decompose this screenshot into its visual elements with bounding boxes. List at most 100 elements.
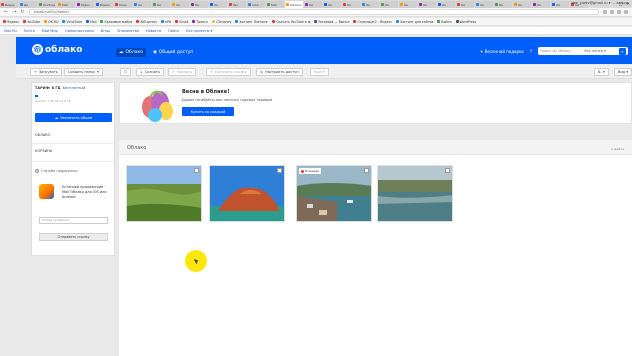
bookmark-item[interactable]: AliExpress	[136, 20, 157, 24]
view-button[interactable]: Вид ▾	[614, 68, 632, 76]
bookmark-item[interactable]: Страница 2 - Яндекс	[353, 20, 392, 24]
browser-tab[interactable]: Ок	[437, 1, 455, 8]
create-folder-button[interactable]: Создать папку ▾	[64, 68, 103, 76]
browser-tab[interactable]: Облако	[285, 1, 303, 8]
nav-shared[interactable]: ◉ Общий доступ	[150, 48, 196, 57]
bookmark-item[interactable]: ОК.RU	[44, 20, 58, 24]
browser-tab[interactable]: Ок	[152, 1, 170, 8]
tariff-type-link[interactable]: Бесплатный	[63, 86, 86, 90]
browser-tab[interactable]: Ок	[190, 1, 208, 8]
bookmark-item[interactable]: YouTube	[23, 20, 40, 24]
browser-tab[interactable]: Ок	[304, 1, 322, 8]
breadcrumb-cloud[interactable]: Облако	[127, 145, 146, 151]
browser-tab[interactable]: Mail	[266, 1, 284, 8]
buy-discount-button[interactable]: Купить со скидкой	[182, 107, 234, 116]
menu-icon[interactable]	[624, 10, 628, 14]
search-input[interactable]: Поиск по Облаку	[540, 49, 571, 53]
browser-tab[interactable]: Ок	[456, 1, 474, 8]
bookmark-item[interactable]: Трансл	[192, 20, 208, 24]
extension-icon[interactable]	[603, 10, 607, 14]
bookmark-item[interactable]: ePN	[160, 20, 171, 24]
browser-tab[interactable]: Ок	[323, 1, 341, 8]
browser-tab[interactable]: Ок	[475, 1, 493, 8]
browser-tab[interactable]: Yan	[228, 1, 246, 8]
bookmark-item[interactable]: WordPress	[455, 20, 476, 24]
bookmark-item[interactable]: Яндекс	[3, 20, 19, 24]
bookmark-item[interactable]: Хостинг для сайтов	[396, 20, 433, 24]
browser-tab[interactable]: Ок	[513, 1, 531, 8]
portal-link[interactable]: Поиск	[168, 29, 179, 33]
delete-button[interactable]: ✕ Удалить	[168, 68, 197, 76]
browser-tab[interactable]: Ок	[399, 1, 417, 8]
browser-tab[interactable]: Ок	[418, 1, 436, 8]
file-thumbnail-red-rock[interactable]	[209, 165, 285, 222]
bookmark-item[interactable]: Красивые майки	[100, 20, 132, 24]
reload-icon[interactable]: ↻	[20, 9, 24, 15]
browser-tab[interactable]: Ок	[551, 1, 569, 8]
sidebar-item-trash[interactable]: КОРЗИНА	[35, 149, 52, 153]
cloud-logo[interactable]: @ облако	[32, 44, 82, 55]
browser-tab[interactable]: Видео	[95, 1, 113, 8]
portal-link[interactable]: Почта	[24, 29, 35, 33]
browser-tab[interactable]: Ок	[171, 1, 189, 8]
download-button[interactable]: ↓ Скачать	[136, 68, 164, 76]
browser-tab[interactable]: Ок	[532, 1, 550, 8]
help-icon[interactable]: ?	[530, 49, 532, 54]
browser-tab[interactable]: Mail	[57, 1, 75, 8]
bookmark-item[interactable]: Хостинг Пинчинг	[235, 20, 268, 24]
search-icon[interactable]: ⌕	[619, 47, 626, 55]
access-button[interactable]: ◎ Настроить доступ	[256, 68, 303, 76]
browser-tab[interactable]: Ок	[133, 1, 151, 8]
forward-arrow-icon[interactable]: →	[12, 9, 16, 15]
file-thumbnail-harbor[interactable]: Пошарен	[296, 165, 372, 222]
get-link-button[interactable]: ⚭ Получить ссылку	[206, 68, 251, 76]
bookmark-item[interactable]: Facebook — Выпол	[314, 20, 349, 24]
search-scope-select[interactable]: Все папки ▾	[584, 49, 606, 53]
bookmark-item[interactable]: Mail	[86, 20, 96, 24]
browser-tab[interactable]: Ок	[494, 1, 512, 8]
file-thumbnail-lake[interactable]	[377, 165, 453, 222]
url-input[interactable]: cloud.mail.ru/home/	[28, 9, 599, 15]
user-email[interactable]: den_yurev@gmail.ru ▾	[571, 1, 610, 5]
bookmark-item[interactable]: VimeTube	[62, 20, 82, 24]
back-arrow-icon[interactable]: ←	[4, 9, 8, 15]
bookmark-item[interactable]: Войти	[437, 20, 452, 24]
browser-tab[interactable]: Кино	[114, 1, 132, 8]
portal-link[interactable]: Новости	[146, 29, 161, 33]
browser-tab[interactable]: YouTube	[38, 1, 56, 8]
portal-link[interactable]: Игры	[101, 29, 110, 33]
more-button[interactable]: Ещё ▾	[310, 68, 329, 76]
support-link[interactable]: ? Служба поддержки	[35, 169, 78, 173]
browser-tab[interactable]: Ди	[19, 1, 37, 8]
sort-button[interactable]: ⇅ ▾	[594, 68, 609, 76]
extension-icon[interactable]	[617, 10, 621, 14]
sidebar-item-cloud[interactable]: ОБЛАКО	[35, 133, 50, 137]
extension-icon[interactable]	[610, 10, 614, 14]
upload-button[interactable]: + Загрузить	[30, 68, 62, 76]
select-checkbox[interactable]	[194, 168, 199, 173]
portal-link[interactable]: Мой Мир	[42, 29, 58, 33]
select-checkbox[interactable]	[445, 168, 450, 173]
expand-storage-button[interactable]: ☁ Увеличить объем	[35, 113, 112, 122]
bookmark-item[interactable]: Gmail	[175, 20, 188, 24]
browser-tab[interactable]: Мирн	[76, 1, 94, 8]
browser-tab[interactable]: Ок	[380, 1, 398, 8]
portal-link[interactable]: Одноклассники	[65, 29, 94, 33]
gift-link[interactable]: ✦ Весенний подарок	[480, 49, 524, 54]
browser-tab[interactable]: Видео	[0, 1, 18, 8]
send-link-button[interactable]: Отправить ссылку	[39, 233, 108, 241]
file-thumbnail-landscape-green[interactable]	[126, 165, 202, 222]
bookmark-item[interactable]: CSmoney	[212, 20, 231, 24]
select-checkbox[interactable]	[277, 168, 282, 173]
browser-tab[interactable]: Ок	[361, 1, 379, 8]
search-box[interactable]: Поиск по Облаку Все папки ▾ ⌕	[538, 47, 628, 55]
browser-tab[interactable]: Ок	[209, 1, 227, 8]
portal-link[interactable]: Mail.Ru	[4, 29, 17, 33]
phone-input[interactable]: Номер телефона	[39, 217, 108, 224]
select-checkbox[interactable]	[364, 168, 369, 173]
portal-link[interactable]: Все проекты ▾	[186, 29, 212, 33]
portal-link[interactable]: Знакомства	[117, 29, 139, 33]
nav-cloud[interactable]: ☁ Облако	[116, 48, 146, 57]
logout-link[interactable]: выход	[617, 1, 628, 5]
browser-tab[interactable]: mail	[247, 1, 265, 8]
